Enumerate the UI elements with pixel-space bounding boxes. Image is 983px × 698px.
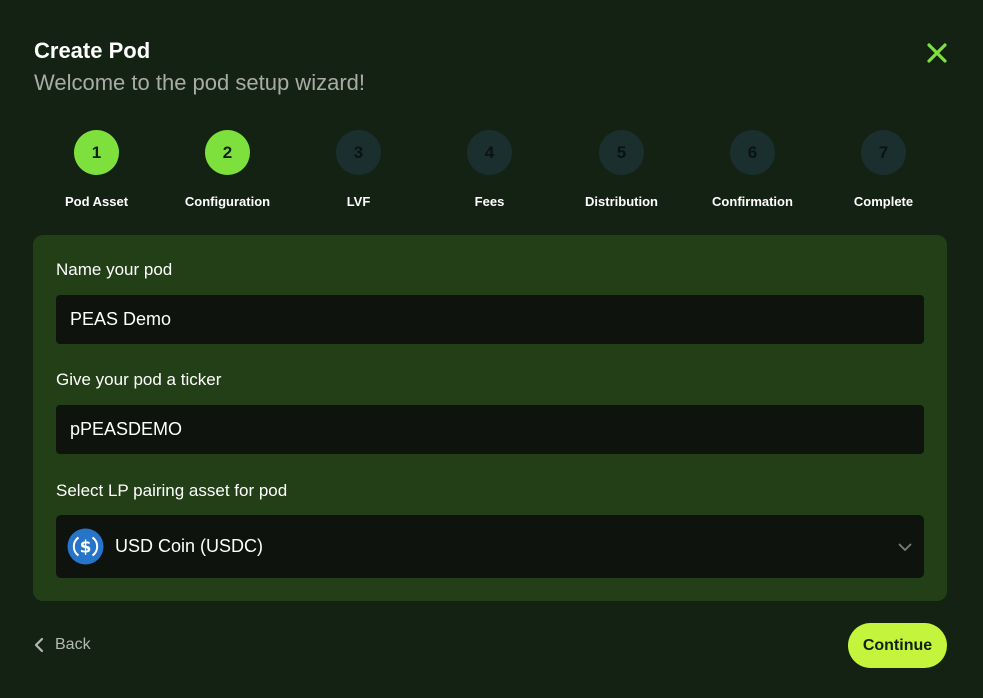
step-label: Fees bbox=[474, 194, 505, 209]
step-fees: 4 Fees bbox=[424, 130, 555, 209]
selected-asset: USD Coin (USDC) bbox=[115, 536, 264, 556]
step-confirmation: 6 Confirmation bbox=[687, 130, 818, 209]
step-number: 5 bbox=[599, 130, 644, 175]
step-number: 2 bbox=[205, 130, 250, 175]
pod-ticker-label: Give your pod a ticker bbox=[56, 370, 222, 389]
configuration-panel: Name your pod Give your pod a ticker Sel… bbox=[33, 235, 947, 601]
chevron-left-icon bbox=[34, 637, 44, 653]
step-number: 7 bbox=[861, 130, 906, 175]
modal-subtitle: Welcome to the pod setup wizard! bbox=[34, 70, 365, 95]
modal-title: Create Pod bbox=[34, 38, 151, 63]
chevron-down-icon bbox=[898, 540, 912, 554]
step-label: Complete bbox=[853, 194, 914, 209]
pairing-asset-label: Select LP pairing asset for pod bbox=[56, 481, 288, 500]
step-lvf: 3 LVF bbox=[293, 130, 424, 209]
continue-button[interactable]: Continue bbox=[848, 623, 947, 668]
step-label: Confirmation bbox=[712, 194, 793, 209]
back-label: Back bbox=[55, 636, 91, 653]
step-pod-asset: 1 Pod Asset bbox=[31, 130, 162, 209]
step-number: 4 bbox=[467, 130, 512, 175]
svg-text:$: $ bbox=[80, 538, 92, 558]
step-number: 3 bbox=[336, 130, 381, 175]
create-pod-modal: Create Pod Welcome to the pod setup wiza… bbox=[0, 0, 983, 698]
step-label: Configuration bbox=[184, 194, 271, 209]
pod-name-input[interactable] bbox=[56, 295, 924, 344]
step-number: 1 bbox=[74, 130, 119, 175]
wizard-stepper: 1 Pod Asset 2 Configuration 3 LVF 4 Fees… bbox=[31, 130, 949, 220]
back-button[interactable]: Back bbox=[34, 634, 91, 656]
step-label: Pod Asset bbox=[64, 194, 129, 209]
pairing-asset-select[interactable]: $ USD Coin (USDC) bbox=[56, 515, 924, 578]
step-label: LVF bbox=[346, 194, 371, 209]
step-complete: 7 Complete bbox=[818, 130, 949, 209]
step-configuration: 2 Configuration bbox=[162, 130, 293, 209]
step-label: Distribution bbox=[585, 194, 658, 209]
close-icon[interactable] bbox=[922, 38, 952, 68]
pod-ticker-input[interactable] bbox=[56, 405, 924, 454]
usdc-coin-icon: $ bbox=[67, 528, 104, 565]
pod-name-label: Name your pod bbox=[56, 260, 173, 279]
step-number: 6 bbox=[730, 130, 775, 175]
step-distribution: 5 Distribution bbox=[556, 130, 687, 209]
